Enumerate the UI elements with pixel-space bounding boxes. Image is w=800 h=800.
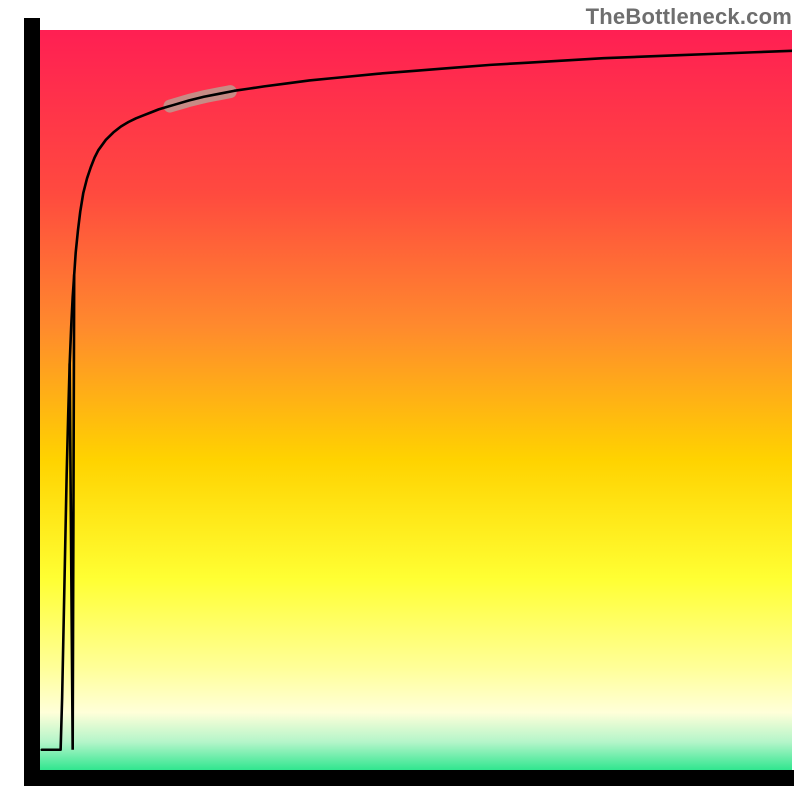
plot-background	[38, 30, 792, 772]
watermark-label: TheBottleneck.com	[586, 4, 792, 30]
chart-canvas: TheBottleneck.com	[0, 0, 800, 800]
y-axis	[24, 18, 40, 784]
chart-svg	[0, 0, 800, 800]
x-axis	[24, 770, 794, 786]
